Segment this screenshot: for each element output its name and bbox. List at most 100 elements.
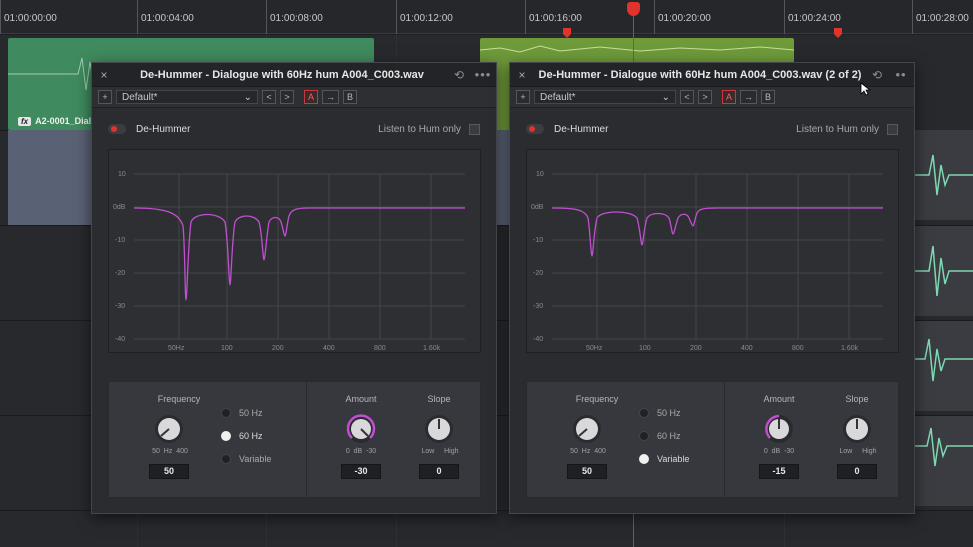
radio-60hz[interactable]: 60 Hz (639, 431, 681, 441)
amount-knob[interactable] (346, 414, 376, 444)
radio-dot (221, 431, 231, 441)
de-hummer-window[interactable]: × De-Hummer - Dialogue with 60Hz hum A00… (91, 62, 497, 514)
frequency-value-field[interactable]: 50 (567, 464, 607, 479)
radio-label: 60 Hz (239, 431, 263, 441)
clip-lower-region (8, 130, 92, 225)
panel-divider (306, 382, 307, 497)
effect-enable-toggle[interactable] (108, 124, 126, 134)
timecode-label: 01:00:20:00 (654, 0, 711, 34)
timecode-label: 01:00:00:00 (0, 0, 57, 34)
eq-response-curve (551, 207, 883, 257)
preset-bar: + Default* ⌄ < > A → B (510, 87, 914, 108)
preset-dropdown[interactable]: Default* ⌄ (534, 90, 676, 104)
audio-clip-right[interactable] (915, 130, 973, 220)
amount-label: Amount (763, 394, 795, 404)
preset-dropdown[interactable]: Default* ⌄ (116, 90, 258, 104)
y-tick-label: -40 (533, 336, 543, 343)
playhead-handle[interactable] (627, 2, 640, 16)
prev-preset-button[interactable]: < (680, 90, 694, 104)
slope-label: Slope (845, 394, 869, 404)
timecode-label: 01:00:24:00 (784, 0, 841, 34)
next-preset-button[interactable]: > (280, 90, 294, 104)
timecode-label: 01:00:04:00 (137, 0, 194, 34)
radio-dot (221, 454, 231, 464)
y-tick-label: -10 (533, 237, 543, 244)
amount-value-field[interactable]: -30 (341, 464, 381, 479)
frequency-knob[interactable] (572, 414, 602, 444)
slope-value-field[interactable]: 0 (837, 464, 877, 479)
radio-label: 60 Hz (657, 431, 681, 441)
response-graph: 10 0dB -10 -20 -30 -40 50Hz 100 200 400 … (526, 149, 899, 353)
reset-icon[interactable]: ⟲ (448, 68, 470, 82)
window-title-bar[interactable]: × De-Hummer - Dialogue with 60Hz hum A00… (92, 63, 496, 87)
window-title-bar[interactable]: × De-Hummer - Dialogue with 60Hz hum A00… (510, 63, 914, 87)
slope-range-label: Low High (417, 448, 463, 455)
amount-knob[interactable] (764, 414, 794, 444)
hum-only-checkbox[interactable] (469, 123, 480, 135)
audio-clip-right[interactable] (915, 226, 973, 316)
hum-only-checkbox[interactable] (887, 123, 898, 135)
compare-b-button[interactable]: B (343, 90, 358, 104)
frequency-max: 400 (594, 448, 606, 455)
add-preset-button[interactable]: + (98, 90, 112, 104)
frequency-knob[interactable] (154, 414, 184, 444)
mouse-pointer-icon (860, 82, 872, 96)
slope-value-field[interactable]: 0 (419, 464, 459, 479)
timeline-ruler[interactable]: 01:00:00:00 01:00:04:00 01:00:08:00 01:0… (0, 0, 973, 34)
more-options-icon[interactable]: ••• (470, 67, 496, 82)
controls-panel: Frequency 50 Hz 400 50 50 Hz 60 Hz Varia… (108, 381, 481, 498)
copy-a-to-b-button[interactable]: → (322, 90, 340, 104)
radio-label: Variable (657, 454, 690, 464)
y-tick-label: -10 (115, 237, 125, 244)
close-icon[interactable]: × (510, 68, 534, 82)
slope-knob[interactable] (424, 414, 454, 444)
add-preset-button[interactable]: + (516, 90, 530, 104)
timecode-label: 01:00:28:00 (912, 0, 969, 34)
radio-dot (639, 408, 649, 418)
response-graph-svg: 10 0dB -10 -20 -30 -40 50Hz 100 200 400 … (531, 171, 883, 352)
x-tick-label: 100 (639, 345, 651, 352)
amount-range-label: 0 dB -30 (337, 448, 385, 455)
frequency-range-label: 50 Hz 400 (565, 448, 611, 455)
audio-clip-right[interactable] (915, 321, 973, 411)
audio-clip-right[interactable] (915, 416, 973, 506)
effect-header: De-Hummer Listen to Hum only (526, 121, 898, 137)
next-preset-button[interactable]: > (698, 90, 712, 104)
amount-unit: dB (353, 448, 363, 455)
radio-dot (221, 408, 231, 418)
radio-50hz[interactable]: 50 Hz (221, 408, 263, 418)
copy-a-to-b-button[interactable]: → (740, 90, 758, 104)
radio-variable[interactable]: Variable (221, 454, 271, 464)
compare-a-button[interactable]: A (304, 90, 319, 104)
amount-value-field[interactable]: -15 (759, 464, 799, 479)
timecode-label: 01:00:08:00 (266, 0, 323, 34)
y-tick-label: -20 (533, 270, 543, 277)
more-options-icon[interactable]: •• (888, 67, 914, 82)
reset-icon[interactable]: ⟲ (866, 68, 888, 82)
frequency-min: 50 (570, 448, 578, 455)
prev-preset-button[interactable]: < (262, 90, 276, 104)
timecode-label: 01:00:12:00 (396, 0, 453, 34)
hum-only-label: Listen to Hum only (796, 123, 879, 135)
radio-variable[interactable]: Variable (639, 454, 689, 464)
close-icon[interactable]: × (92, 68, 116, 82)
effect-enable-toggle[interactable] (526, 124, 544, 134)
x-tick-label: 400 (741, 345, 753, 352)
slope-knob[interactable] (842, 414, 872, 444)
frequency-range-label: 50 Hz 400 (147, 448, 193, 455)
radio-50hz[interactable]: 50 Hz (639, 408, 681, 418)
compare-b-button[interactable]: B (761, 90, 776, 104)
clip-name: A2-0001_Dial (35, 116, 92, 126)
waveform (915, 245, 973, 297)
compare-a-button[interactable]: A (722, 90, 737, 104)
frequency-label: Frequency (575, 394, 619, 404)
amount-label: Amount (345, 394, 377, 404)
amount-min: 0 (763, 448, 768, 455)
y-tick-label: -40 (115, 336, 125, 343)
effect-header: De-Hummer Listen to Hum only (108, 121, 480, 137)
chevron-down-icon: ⌄ (661, 91, 670, 103)
frequency-value-field[interactable]: 50 (149, 464, 189, 479)
y-tick-label: 10 (536, 171, 544, 178)
radio-60hz[interactable]: 60 Hz (221, 431, 263, 441)
de-hummer-window-2[interactable]: × De-Hummer - Dialogue with 60Hz hum A00… (509, 62, 915, 514)
